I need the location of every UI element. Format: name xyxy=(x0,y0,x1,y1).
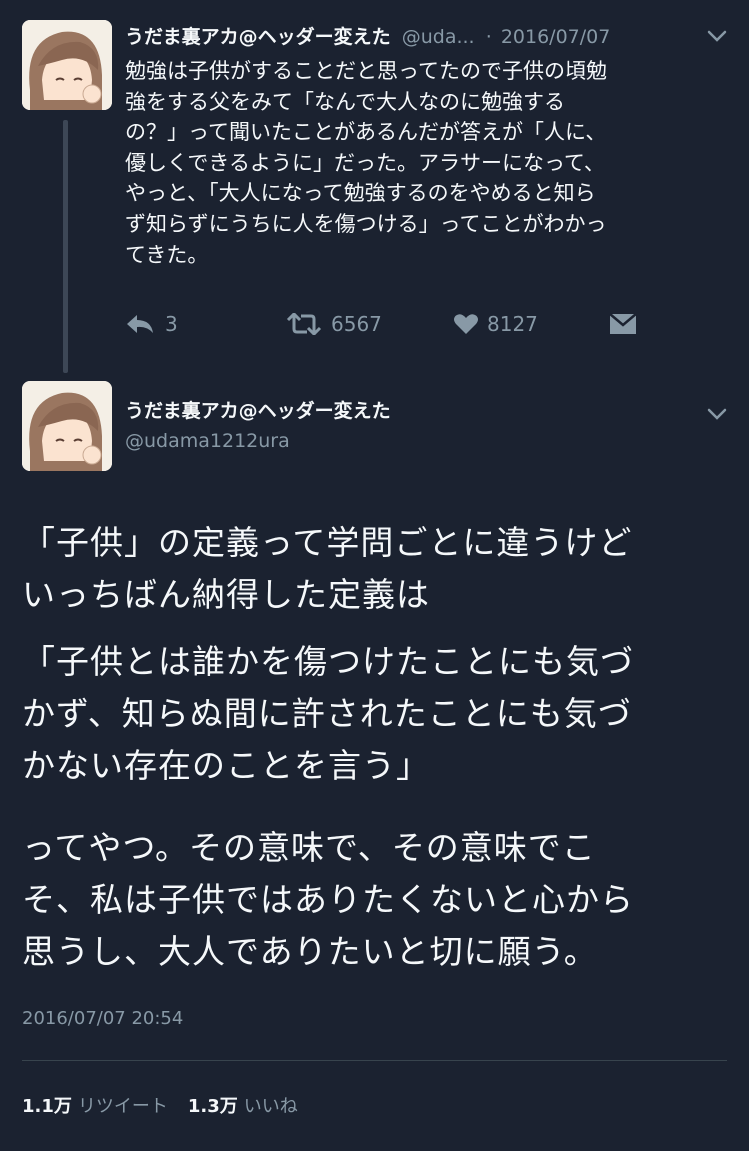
handle[interactable]: @uda... xyxy=(402,26,475,48)
tweet-actions: 3 6567 8127 xyxy=(125,312,645,338)
avatar[interactable] xyxy=(22,381,112,471)
display-name[interactable]: うだま裏アカ@ヘッダー変えた xyxy=(125,26,391,48)
chevron-down-icon[interactable] xyxy=(707,406,727,425)
envelope-icon xyxy=(609,312,637,336)
likes-value[interactable]: 1.3万 xyxy=(188,1092,238,1118)
reply-button[interactable]: 3 xyxy=(125,312,178,336)
tweet-header: うだま裏アカ@ヘッダー変えた @uda... · 2016/07/07 xyxy=(125,22,725,52)
retweet-icon xyxy=(285,313,323,335)
heart-icon xyxy=(453,313,479,335)
retweet-count: 6567 xyxy=(331,312,382,336)
reply-count: 3 xyxy=(165,312,178,336)
tweet-timestamp[interactable]: 2016/07/07 20:54 xyxy=(22,1008,183,1029)
thread-line xyxy=(63,120,68,373)
tweet-stats: 1.1万 リツイート 1.3万 いいね xyxy=(22,1092,312,1118)
avatar[interactable] xyxy=(22,20,112,110)
retweet-button[interactable]: 6567 xyxy=(285,312,382,336)
like-count: 8127 xyxy=(487,312,538,336)
divider xyxy=(22,1060,727,1061)
likes-label[interactable]: いいね xyxy=(244,1092,298,1118)
dm-button[interactable] xyxy=(609,312,637,336)
chevron-down-icon[interactable] xyxy=(707,28,727,47)
retweets-label[interactable]: リツイート xyxy=(78,1092,168,1118)
display-name[interactable]: うだま裏アカ@ヘッダー変えた xyxy=(125,396,391,423)
separator: · xyxy=(485,26,492,48)
tweet-date[interactable]: 2016/07/07 xyxy=(501,26,611,48)
handle[interactable]: @udama1212ura xyxy=(125,430,290,452)
tweet-text: 勉強は子供がすることだと思ってたので子供の頃勉 強をする父をみて「なんで大人なの… xyxy=(125,59,607,267)
retweets-value[interactable]: 1.1万 xyxy=(22,1092,72,1118)
like-button[interactable]: 8127 xyxy=(453,312,538,336)
tweet-paragraph: 「子供とは誰かを傷つけたことにも気づ かず、知らぬ間に許されたことにも気づ かな… xyxy=(22,642,634,785)
reply-icon xyxy=(125,313,155,335)
tweet-paragraph: 「子供」の定義って学問ごとに違うけど いっちばん納得した定義は xyxy=(22,523,633,614)
tweet-paragraph: ってやつ。その意味で、その意味でこ そ、私は子供ではありたくないと心から 思うし… xyxy=(22,828,634,971)
